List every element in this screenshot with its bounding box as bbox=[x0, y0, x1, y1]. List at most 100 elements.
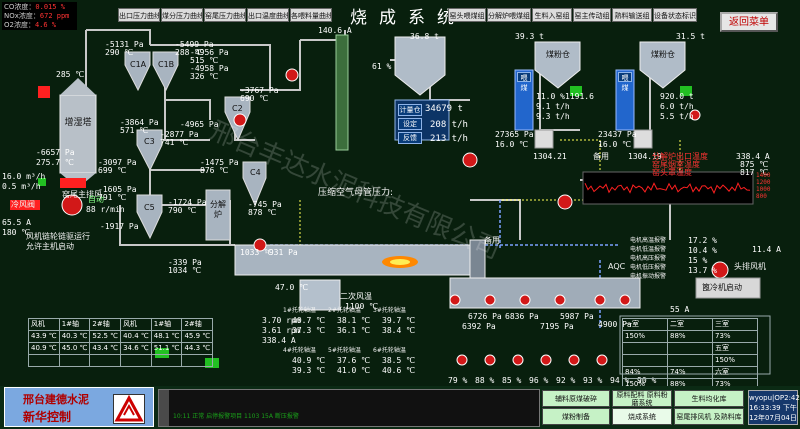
company-logo-icon bbox=[113, 394, 145, 424]
feed-feedback-tag: 反馈 bbox=[398, 132, 422, 144]
table-cell: 52.5 ℃ bbox=[89, 330, 122, 343]
menu-clinker[interactable]: 熟料输送组 bbox=[612, 8, 652, 22]
nav-raw-homogenizing[interactable]: 生料均化库 bbox=[674, 390, 744, 407]
coal-r4: 1191.6 bbox=[565, 92, 594, 101]
table-row: 150% 88% 73% bbox=[622, 330, 758, 343]
trend-axis-1: 1400 bbox=[756, 172, 771, 179]
c2-temp: 690 ℃ bbox=[240, 94, 269, 103]
back-to-menu-button[interactable]: 返回菜单 bbox=[720, 12, 778, 32]
fan-run-label: 风机链轮链驱运行 bbox=[26, 232, 90, 241]
feed-set-tag[interactable]: 设定 bbox=[398, 118, 422, 130]
right-value-e: 15 % bbox=[688, 256, 708, 265]
nav-exhaust-clinker[interactable]: 窑尾排风机 及熟料库 bbox=[674, 408, 744, 425]
damper-percent: 85 % bbox=[502, 376, 522, 385]
feed-bin-tag: 计量仓 bbox=[398, 104, 422, 116]
c2-label: C2 bbox=[232, 104, 243, 113]
nav-coal-prep[interactable]: 煤粉制备 bbox=[542, 408, 610, 425]
table-cell: 73% bbox=[712, 330, 758, 343]
bearing-value: 40.6 ℃ bbox=[382, 366, 416, 375]
menu-outlet-pressure[interactable]: 出口压力曲线 bbox=[118, 8, 160, 22]
table-cell: 45.0 ℃ bbox=[58, 342, 91, 355]
nav-aux-crushing[interactable]: 辅料原煤破碎 bbox=[542, 390, 610, 407]
table-cell: 45.9 ℃ bbox=[181, 330, 214, 343]
o2-value: 4.6 % bbox=[34, 21, 57, 29]
coal-feed-tag-2[interactable]: 喂煤 bbox=[618, 72, 632, 92]
bearing-value: 38.5 ℃ bbox=[382, 356, 416, 365]
table-cell bbox=[181, 354, 214, 367]
c4-temp-b: 876 ℃ bbox=[200, 166, 229, 175]
riser-temp: 1034 ℃ bbox=[168, 266, 202, 275]
table-cell: 风机 bbox=[28, 318, 60, 331]
clock-panel: wyopu|OP2:42 16:33:39 下午 12年07月04日 bbox=[748, 390, 800, 425]
bearing-value: 40.7 ℃ bbox=[292, 316, 326, 325]
clock-date: 12年07月04日 bbox=[749, 414, 797, 422]
fan-bearing-table: 风机 1#轴 2#轴 风机 1#轴 2#轴 43.9 ℃ 40.3 ℃ 52.5 ℃ 40.4 ℃… bbox=[28, 318, 214, 367]
calciner-info-3: 窑头罩温度 bbox=[652, 168, 692, 177]
coal-r3: 9.3 t/h bbox=[536, 112, 570, 121]
coal-p4: 16.0 ℃ bbox=[598, 140, 632, 149]
nav-raw-mill[interactable]: 原料配料 原料粉磨系统 bbox=[612, 390, 672, 407]
cooler-p1: 6726 Pa bbox=[468, 312, 502, 321]
table-cell: 一室 bbox=[622, 318, 668, 331]
table-cell: 2#轴 bbox=[89, 318, 122, 331]
damper-percent: 88 % bbox=[475, 376, 495, 385]
menu-kiln-drive[interactable]: 窑主传动组 bbox=[573, 8, 611, 22]
calciner-label: 分解炉 bbox=[210, 200, 226, 219]
bin-level: 36.8 t bbox=[410, 32, 439, 41]
coal-p1: 27365 Pa bbox=[495, 130, 534, 139]
right-value-f: 13.7 % bbox=[688, 266, 717, 275]
alarm-list[interactable]: 10:11 正常 启停报警项目 1103 15A 断压报警 bbox=[158, 389, 540, 427]
cold-air-valve-label[interactable]: 冷风阀 bbox=[11, 200, 35, 210]
c5-label: C5 bbox=[144, 203, 155, 212]
nav-kiln-system[interactable]: 烧成系统 bbox=[612, 408, 672, 425]
c1-temp-b: 326 ℃ bbox=[190, 72, 219, 81]
bearing-header-5: 5#托轮轴温 bbox=[328, 347, 361, 354]
damper-percent: 93 % bbox=[583, 376, 603, 385]
table-cell: 84% bbox=[622, 366, 668, 379]
right-value-b: 17.2 % bbox=[688, 236, 717, 245]
bearing-header-6: 6#托轮轴温 bbox=[373, 347, 406, 354]
table-cell: 风机 bbox=[120, 318, 152, 331]
table-cell: 40.4 ℃ bbox=[120, 330, 152, 343]
table-cell: 51.1 ℃ bbox=[150, 342, 183, 355]
table-cell: 1#轴 bbox=[58, 318, 91, 331]
menu-raw-feed[interactable]: 生料入窑组 bbox=[532, 8, 572, 22]
grate-cooler bbox=[449, 277, 641, 309]
damper-percent: 79 % bbox=[448, 376, 468, 385]
co-label: CO浓度： bbox=[4, 3, 36, 11]
tower-pressure: -6657 Pa bbox=[36, 148, 75, 157]
menu-coal-pressure[interactable]: 煤分压力曲线 bbox=[161, 8, 203, 22]
company-block: 邢台建德水泥 新华控制 bbox=[4, 387, 154, 427]
table-cell: 三室 bbox=[712, 318, 758, 331]
right-label-head-fan: 头排风机 bbox=[734, 262, 766, 271]
table-row: 五室 bbox=[622, 342, 758, 355]
coal-r6: 6.0 t/h bbox=[660, 102, 694, 111]
menu-tail-pressure[interactable]: 窑尾压力曲线 bbox=[204, 8, 246, 22]
bearing-value: 38.4 ℃ bbox=[382, 326, 416, 335]
coal-bin-2-level: 31.5 t bbox=[676, 32, 705, 41]
damper-percent: 96 % bbox=[529, 376, 549, 385]
bearing-header-1: 1#托轮轴温 bbox=[283, 307, 316, 314]
feed-bin bbox=[394, 36, 446, 96]
trend-axis-4: 800 bbox=[756, 193, 767, 200]
bucket-elevator bbox=[335, 34, 349, 151]
coal-feed-tag-1[interactable]: 喂煤 bbox=[517, 72, 531, 92]
c1b-label: C1B bbox=[158, 60, 175, 69]
gas-analysis-panel: CO浓度：0.015 % NOx浓度：672 ppm O2浓度：4.6 % bbox=[2, 2, 77, 30]
menu-calciner-coal[interactable]: 分解炉喂煤组 bbox=[487, 8, 531, 22]
menu-head-coal[interactable]: 窑头喂煤组 bbox=[448, 8, 486, 22]
cooler-fan-current: 55 A bbox=[670, 305, 690, 314]
company-name: 邢台建德水泥 bbox=[23, 393, 89, 406]
table-cell bbox=[150, 354, 183, 367]
menu-outlet-temp[interactable]: 出口温度曲线 bbox=[247, 8, 289, 22]
cooler-p5: 6392 Pa bbox=[462, 322, 496, 331]
table-cell bbox=[622, 342, 668, 355]
cooler-p3: 5987 Pa bbox=[560, 312, 594, 321]
menu-feed-curves[interactable]: 各喂料量曲线 bbox=[290, 8, 332, 22]
table-cell: 74% bbox=[667, 366, 713, 379]
alarm-scrollbar[interactable] bbox=[159, 390, 169, 426]
grate-start-label[interactable]: 篦冷机启动 bbox=[702, 283, 742, 293]
kiln-inlet-pressure: -931 Pa bbox=[264, 248, 298, 257]
main-fan-speed: 88 r/min bbox=[86, 205, 125, 214]
menu-equipment-status[interactable]: 设备状态标识 bbox=[653, 8, 697, 22]
